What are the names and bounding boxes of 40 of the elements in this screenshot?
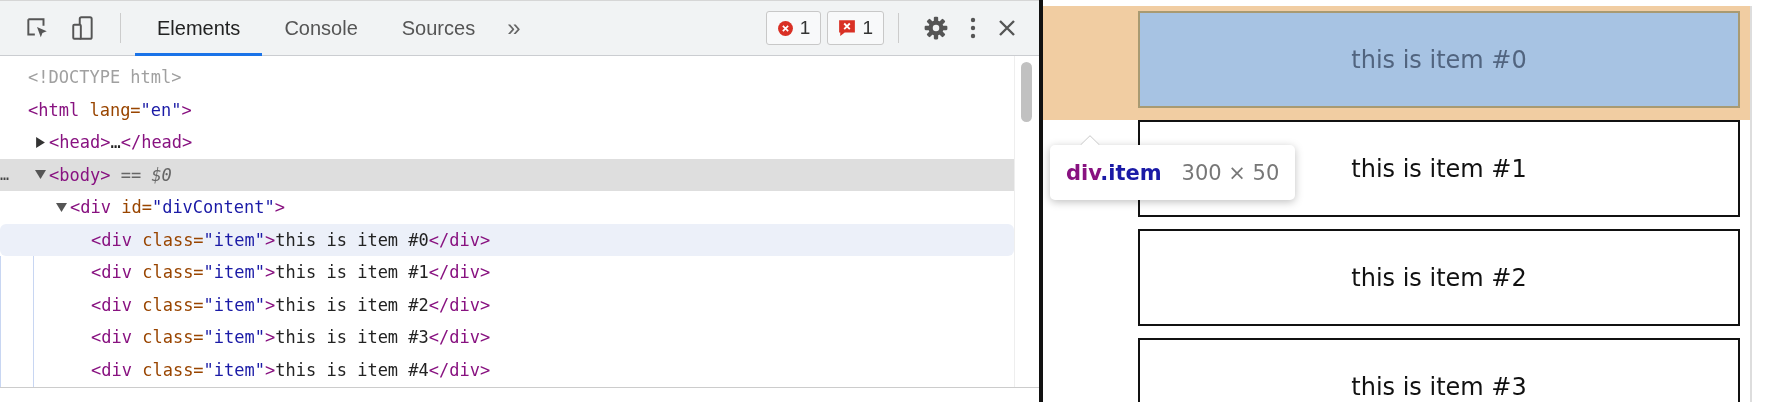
- element-markup: <div class="item">this is item #0</div>: [91, 229, 491, 250]
- panel-tab[interactable]: Console: [262, 0, 380, 56]
- dom-tree-row[interactable]: <div class="item">this is item #2</div>: [0, 288, 1014, 321]
- dom-tree-row[interactable]: <div id="divContent">: [0, 191, 1014, 224]
- error-count-button[interactable]: 1: [765, 11, 822, 45]
- element-markup: <div id="divContent">: [70, 197, 285, 218]
- dom-tree-row[interactable]: <div class="item">this is item #0</div>: [0, 223, 1014, 256]
- dom-tree-row[interactable]: <head>…</head>: [0, 126, 1014, 159]
- scrollbar-thumb[interactable]: [1021, 62, 1032, 122]
- settings-icon[interactable]: [923, 15, 949, 41]
- element-markup: <!DOCTYPE html>: [28, 67, 182, 88]
- gutter-dots[interactable]: …: [0, 165, 8, 184]
- panel-tab[interactable]: Sources: [379, 0, 498, 56]
- element-markup: <head>…</head>: [49, 132, 193, 153]
- element-markup: <div class="item">this is item #2</div>: [91, 294, 491, 315]
- tooltip-size: 300 × 50: [1181, 160, 1280, 185]
- dom-tree-row[interactable]: … <body> == $0: [0, 158, 1014, 191]
- expanded-triangle-icon[interactable]: [35, 169, 46, 181]
- issue-icon: [838, 19, 857, 37]
- more-tabs-button[interactable]: »: [507, 14, 521, 42]
- dom-tree-row[interactable]: <div class="item">this is item #4</div>: [0, 353, 1014, 386]
- element-markup: <html lang="en">: [28, 99, 192, 120]
- device-icon[interactable]: [70, 15, 96, 41]
- dom-tree-row[interactable]: <div class="item">this is item #1</div>: [0, 256, 1014, 289]
- collapsed-triangle-icon[interactable]: [35, 136, 46, 148]
- issue-count-button[interactable]: 1: [827, 11, 884, 45]
- element-markup: <div class="item">this is item #4</div>: [91, 359, 491, 380]
- expanded-triangle-icon[interactable]: [56, 201, 67, 213]
- element-markup: <body> == $0: [49, 164, 172, 185]
- element-markup: <div class="item">this is item #1</div>: [91, 262, 491, 283]
- error-icon: [776, 19, 794, 37]
- list-item: this is item #3: [1138, 338, 1740, 402]
- panel-tab[interactable]: Elements: [135, 0, 263, 56]
- list-item: this is item #2: [1138, 229, 1740, 326]
- more-options-icon[interactable]: [969, 16, 977, 40]
- list-item: this is item #0: [1138, 11, 1740, 108]
- close-icon[interactable]: [997, 18, 1017, 38]
- dom-tree-row[interactable]: <html lang="en">: [0, 93, 1014, 126]
- dom-tree-row[interactable]: <div class="item">this is item #3</div>: [0, 321, 1014, 354]
- element-markup: <div class="item">this is item #3</div>: [91, 327, 491, 348]
